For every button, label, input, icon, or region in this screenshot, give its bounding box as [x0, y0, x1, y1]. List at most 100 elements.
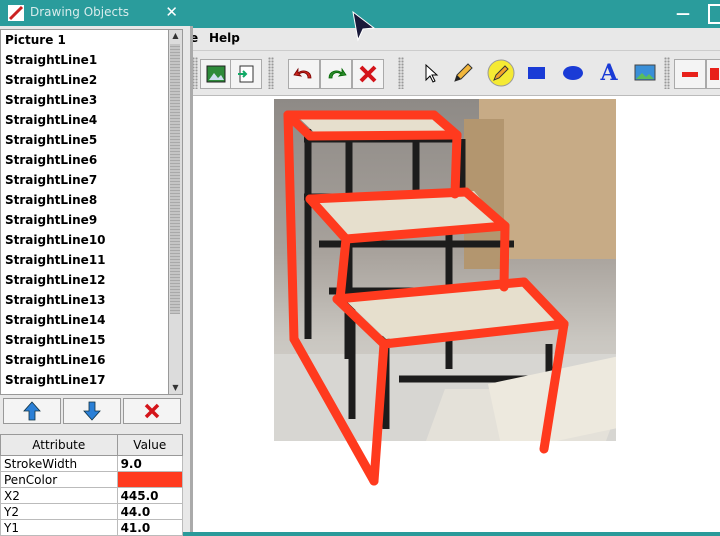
- scrollbar-thumb[interactable]: [170, 44, 180, 314]
- straight-line-15[interactable]: [379, 319, 569, 349]
- maximize-button[interactable]: [708, 4, 720, 24]
- scroll-down-arrow[interactable]: ▼: [169, 382, 182, 394]
- straight-line-4[interactable]: [305, 130, 462, 141]
- panel-titlebar: Drawing Objects ✕: [0, 0, 190, 26]
- object-list-item[interactable]: StraightLine9: [1, 210, 169, 230]
- objects-list-scrollbar[interactable]: ▲ ▼: [168, 29, 183, 395]
- attribute-value[interactable]: 41.0: [116, 519, 184, 536]
- straight-line-10[interactable]: [341, 221, 510, 244]
- image-tool[interactable]: [630, 59, 660, 87]
- attribute-value[interactable]: 9.0: [116, 455, 184, 472]
- attribute-name: Y1: [0, 519, 118, 536]
- straight-line-5[interactable]: [283, 110, 299, 344]
- fill-color-button[interactable]: [706, 59, 720, 89]
- text-icon: A: [600, 60, 618, 86]
- object-list-item[interactable]: StraightLine6: [1, 150, 169, 170]
- attribute-row[interactable]: Y1 41.0: [0, 519, 184, 536]
- objects-list[interactable]: Picture 1 StraightLine1 StraightLine2 Strai…: [0, 29, 170, 395]
- straight-line-18[interactable]: [335, 234, 351, 304]
- attribute-value[interactable]: [116, 471, 184, 488]
- attribute-row[interactable]: StrokeWidth 9.0: [0, 455, 184, 472]
- menubar: e Help: [190, 28, 720, 51]
- object-list-item[interactable]: StraightLine1: [1, 50, 169, 70]
- straight-line-9[interactable]: [461, 187, 510, 231]
- export-button[interactable]: [230, 59, 262, 89]
- text-tool[interactable]: A: [594, 59, 624, 87]
- object-list-item[interactable]: StraightLine13: [1, 290, 169, 310]
- delete-icon: [359, 65, 377, 83]
- object-list-item[interactable]: StraightLine15: [1, 330, 169, 350]
- object-list-item[interactable]: StraightLine10: [1, 230, 169, 250]
- panel-close-icon[interactable]: ✕: [165, 3, 178, 21]
- straight-lines-overlay: [283, 110, 569, 486]
- toolbar-grip-2[interactable]: [268, 57, 274, 89]
- arrow-up-icon: [23, 401, 41, 421]
- undo-icon: [293, 67, 312, 79]
- move-up-button[interactable]: [3, 398, 61, 424]
- move-down-button[interactable]: [63, 398, 121, 424]
- object-list-item[interactable]: StraightLine8: [1, 190, 169, 210]
- fill-color-icon: [710, 68, 719, 80]
- redo-button[interactable]: [320, 59, 352, 89]
- insert-image-button[interactable]: [200, 59, 232, 89]
- object-list-item[interactable]: StraightLine7: [1, 170, 169, 190]
- attribute-header[interactable]: Attribute: [0, 434, 118, 456]
- image-icon: [634, 64, 656, 81]
- rectangle-tool[interactable]: [522, 59, 552, 87]
- attribute-row[interactable]: Y2 44.0: [0, 503, 184, 520]
- toolbar-grip-3[interactable]: [398, 57, 404, 89]
- straight-line-17[interactable]: [539, 319, 569, 454]
- drawing-app-icon: [8, 5, 24, 21]
- attribute-value[interactable]: 44.0: [116, 503, 184, 520]
- highlighter-icon: [487, 59, 515, 87]
- attribute-row[interactable]: X2 445.0: [0, 487, 184, 504]
- delete-button[interactable]: [352, 59, 384, 89]
- object-list-item[interactable]: StraightLine11: [1, 250, 169, 270]
- menu-help[interactable]: Help: [209, 31, 240, 45]
- straight-line-11[interactable]: [499, 221, 510, 292]
- scroll-up-arrow[interactable]: ▲: [169, 30, 182, 42]
- object-list-item[interactable]: StraightLine3: [1, 90, 169, 110]
- straight-line-16[interactable]: [369, 339, 389, 486]
- object-list-item[interactable]: StraightLine18: [1, 390, 169, 394]
- ellipse-icon: [563, 66, 583, 80]
- value-header[interactable]: Value: [116, 434, 184, 456]
- straight-line-6[interactable]: [450, 130, 462, 199]
- attribute-value[interactable]: 445.0: [116, 487, 184, 504]
- arrow-down-icon: [83, 401, 101, 421]
- insert-image-icon: [206, 65, 226, 83]
- attribute-row[interactable]: PenColor: [0, 471, 184, 488]
- object-list-item[interactable]: StraightLine12: [1, 270, 169, 290]
- select-arrow-icon: [425, 63, 439, 83]
- pencil-tool[interactable]: [448, 59, 478, 87]
- object-list-item[interactable]: StraightLine4: [1, 110, 169, 130]
- export-icon: [238, 65, 254, 83]
- drawing-canvas[interactable]: [192, 96, 720, 532]
- object-list-item[interactable]: StraightLine17: [1, 370, 169, 390]
- straight-line-14[interactable]: [519, 277, 569, 329]
- toolbar-grip-4[interactable]: [664, 57, 670, 89]
- straight-line-12[interactable]: [332, 277, 529, 304]
- attribute-name: X2: [0, 487, 118, 504]
- straight-line-8[interactable]: [305, 194, 351, 244]
- ellipse-tool[interactable]: [558, 59, 588, 87]
- select-tool[interactable]: [416, 59, 446, 87]
- mouse-cursor-icon: [352, 10, 376, 42]
- minimize-button[interactable]: —: [676, 6, 690, 22]
- object-list-item[interactable]: StraightLine2: [1, 70, 169, 90]
- object-list-item[interactable]: Picture 1: [1, 30, 169, 50]
- drawing-objects-panel: Picture 1 StraightLine1 StraightLine2 Strai…: [0, 26, 193, 536]
- panel-title: Drawing Objects: [30, 5, 130, 19]
- attribute-name: PenColor: [0, 471, 118, 488]
- object-list-item[interactable]: StraightLine16: [1, 350, 169, 370]
- undo-button[interactable]: [288, 59, 320, 89]
- object-list-item[interactable]: StraightLine5: [1, 130, 169, 150]
- straight-line-19[interactable]: [289, 334, 379, 486]
- straight-line-7[interactable]: [305, 187, 471, 204]
- delete-object-button[interactable]: [123, 398, 181, 424]
- rectangle-icon: [528, 67, 545, 79]
- highlighter-tool[interactable]: [486, 59, 516, 87]
- straight-line-13[interactable]: [332, 294, 389, 349]
- line-color-button[interactable]: [674, 59, 706, 89]
- object-list-item[interactable]: StraightLine14: [1, 310, 169, 330]
